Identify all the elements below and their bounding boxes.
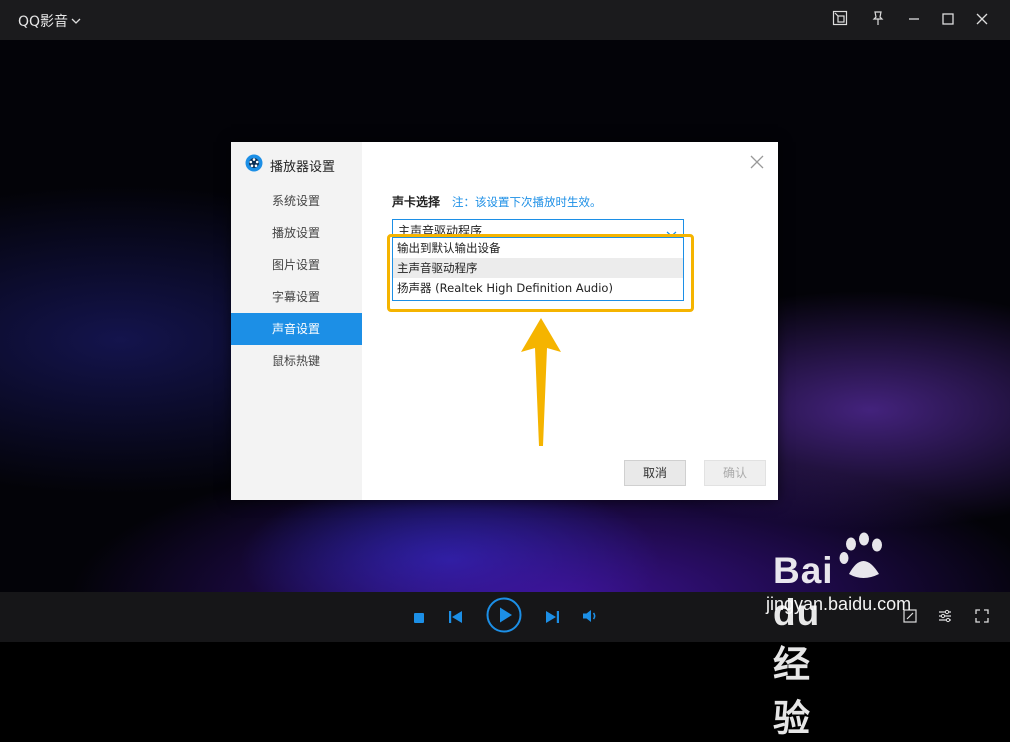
minimize-button[interactable]: [903, 9, 925, 31]
close-window-button[interactable]: [971, 9, 993, 31]
minimize-icon: [907, 11, 921, 30]
watermark-url: jingyan.baidu.com: [766, 594, 912, 614]
app-menu-button[interactable]: QQ影音: [18, 11, 81, 31]
sidebar-item-sound[interactable]: 声音设置: [231, 313, 362, 345]
app-title: QQ影音: [18, 14, 69, 30]
volume-icon: [583, 608, 599, 627]
confirm-button[interactable]: 确认: [704, 460, 766, 486]
dropdown-option-default-output[interactable]: 输出到默认输出设备: [393, 238, 683, 258]
settings-button[interactable]: [937, 609, 953, 625]
sidebar-item-system[interactable]: 系统设置: [231, 185, 362, 217]
stop-button[interactable]: [410, 608, 428, 626]
qq-player-logo-icon: [245, 154, 263, 176]
sound-card-label: 声卡选择: [392, 195, 441, 209]
sidebar-item-mouse-hotkeys[interactable]: 鼠标热键: [231, 345, 362, 377]
annotation-arrow-icon: [520, 318, 562, 450]
fullscreen-button[interactable]: [974, 608, 990, 627]
settings-sidebar: 播放器设置 系统设置 播放设置 图片设置 字幕设置 声音设置 鼠标热键: [231, 142, 362, 500]
sliders-icon: [938, 608, 952, 627]
close-icon: [748, 155, 766, 175]
sound-card-select[interactable]: 主声音驱动程序: [392, 219, 684, 239]
paw-logo-icon: [835, 530, 891, 590]
sidebar-item-playback[interactable]: 播放设置: [231, 217, 362, 249]
sound-card-dropdown: 输出到默认输出设备 主声音驱动程序 扬声器 (Realtek High Defi…: [392, 237, 684, 301]
dialog-title: 播放器设置: [270, 159, 336, 175]
dialog-header: 播放器设置: [245, 154, 335, 176]
maximize-icon: [941, 11, 955, 30]
cancel-button[interactable]: 取消: [624, 460, 686, 486]
maximize-button[interactable]: [937, 9, 959, 31]
next-button[interactable]: [543, 608, 561, 626]
close-icon: [975, 11, 989, 30]
mini-mode-button[interactable]: [829, 9, 851, 31]
stop-icon: [414, 608, 424, 627]
play-icon: [486, 597, 522, 637]
sidebar-item-image[interactable]: 图片设置: [231, 249, 362, 281]
mini-mode-icon: [832, 10, 848, 30]
dropdown-option-primary-driver[interactable]: 主声音驱动程序: [393, 258, 683, 278]
play-button[interactable]: [486, 597, 522, 637]
dialog-close-button[interactable]: [748, 153, 766, 171]
pin-icon: [870, 10, 886, 30]
pin-button[interactable]: [867, 9, 889, 31]
volume-button[interactable]: [582, 608, 600, 626]
chevron-down-icon: [71, 13, 81, 29]
previous-button[interactable]: [446, 608, 464, 626]
sidebar-item-subtitle[interactable]: 字幕设置: [231, 281, 362, 313]
skip-next-icon: [545, 608, 559, 627]
fullscreen-icon: [975, 608, 989, 627]
skip-previous-icon: [448, 608, 462, 627]
title-bar: QQ影音: [0, 0, 1010, 40]
sound-card-note: 注：该设置下次播放时生效。: [452, 195, 602, 209]
settings-dialog: 播放器设置 系统设置 播放设置 图片设置 字幕设置 声音设置 鼠标热键 声卡选择…: [231, 142, 778, 500]
dropdown-option-realtek-speaker[interactable]: 扬声器 (Realtek High Definition Audio): [393, 278, 683, 298]
watermark-brand: Bai du 经验: [773, 550, 834, 739]
